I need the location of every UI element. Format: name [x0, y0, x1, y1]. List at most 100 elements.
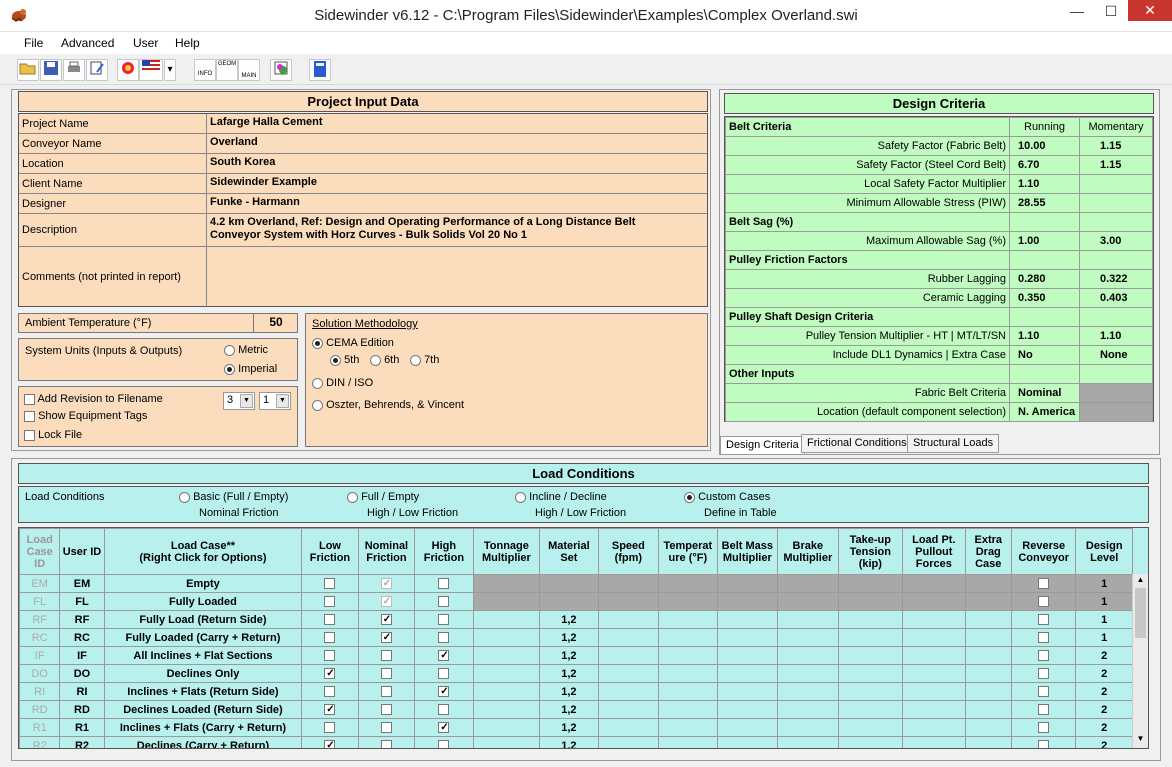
load-param-cell[interactable]: [597, 700, 660, 719]
running-value[interactable]: 1.10: [1009, 326, 1080, 346]
load-case-name[interactable]: Declines Only: [103, 664, 303, 683]
load-param-cell[interactable]: [964, 628, 1012, 647]
material-set[interactable]: 1,2: [539, 610, 599, 629]
load-option-radio[interactable]: [515, 491, 526, 503]
chevron-down-icon[interactable]: ▼: [276, 394, 289, 408]
table-row[interactable]: IFIFAll Inclines + Flat Sections1,22: [19, 646, 1133, 665]
din-radio[interactable]: [312, 377, 323, 389]
load-param-cell[interactable]: [658, 682, 718, 701]
load-param-cell[interactable]: [777, 736, 839, 748]
load-option-radio[interactable]: [684, 491, 695, 503]
design-level[interactable]: 1: [1075, 592, 1133, 611]
scroll-down-icon[interactable]: ▼: [1134, 734, 1147, 746]
running-value[interactable]: 1.00: [1009, 231, 1080, 251]
load-param-cell[interactable]: [837, 592, 904, 611]
load-case-name[interactable]: Fully Loaded (Carry + Return): [103, 628, 303, 647]
print-icon[interactable]: [63, 59, 85, 81]
material-set[interactable]: 1,2: [539, 628, 599, 647]
load-param-cell[interactable]: [777, 610, 839, 629]
load-param-cell[interactable]: [777, 592, 839, 611]
load-param-cell[interactable]: [597, 574, 660, 593]
load-param-cell[interactable]: [964, 610, 1012, 629]
load-table-scrollbar[interactable]: ▲ ▼: [1132, 574, 1148, 748]
reverse-conveyor-checkbox[interactable]: [1038, 740, 1050, 748]
flag-icon[interactable]: [139, 59, 163, 81]
load-param-cell[interactable]: [837, 718, 904, 737]
design-level[interactable]: 2: [1075, 700, 1133, 719]
load-param-cell[interactable]: [777, 718, 839, 737]
high-friction-checkbox[interactable]: [438, 722, 450, 734]
running-value[interactable]: 0.350: [1009, 288, 1080, 308]
oszter-radio[interactable]: [312, 399, 323, 411]
load-param-cell[interactable]: [716, 700, 779, 719]
load-param-cell[interactable]: [964, 646, 1012, 665]
running-value[interactable]: 28.55: [1009, 193, 1080, 213]
load-param-cell[interactable]: [597, 646, 660, 665]
load-param-cell[interactable]: [658, 700, 718, 719]
nominal-friction-checkbox[interactable]: [380, 632, 392, 644]
tab-frictional-conditions[interactable]: Frictional Conditions: [801, 434, 913, 453]
tonnage-multiplier[interactable]: [472, 664, 541, 683]
load-case-name[interactable]: Declines Loaded (Return Side): [103, 700, 303, 719]
nominal-friction-checkbox[interactable]: [380, 668, 392, 680]
momentary-value[interactable]: 1.15: [1079, 155, 1153, 175]
reverse-conveyor-checkbox[interactable]: [1038, 668, 1050, 680]
user-id[interactable]: RD: [59, 700, 105, 719]
field-value[interactable]: Overland: [207, 134, 707, 154]
menu-help[interactable]: Help: [175, 36, 200, 50]
load-param-cell[interactable]: [902, 736, 966, 748]
reverse-conveyor-checkbox[interactable]: [1038, 704, 1050, 716]
load-param-cell[interactable]: [837, 628, 904, 647]
table-row[interactable]: FLFLFully Loaded1: [19, 592, 1133, 611]
ambient-value[interactable]: 50: [253, 314, 298, 332]
material-set[interactable]: 1,2: [539, 646, 599, 665]
momentary-value[interactable]: 1.15: [1079, 136, 1153, 156]
load-param-cell[interactable]: [597, 610, 660, 629]
running-value[interactable]: 6.70: [1009, 155, 1080, 175]
load-param-cell[interactable]: [597, 664, 660, 683]
load-param-cell[interactable]: [837, 646, 904, 665]
load-option-radio[interactable]: [347, 491, 358, 503]
report-icon[interactable]: [270, 59, 292, 81]
low-friction-checkbox[interactable]: [324, 722, 336, 734]
load-option-radio[interactable]: [179, 491, 190, 503]
momentary-value[interactable]: 3.00: [1079, 231, 1153, 251]
load-param-cell[interactable]: [597, 592, 660, 611]
tab-structural-loads[interactable]: Structural Loads: [907, 434, 1000, 453]
load-param-cell[interactable]: [597, 736, 660, 748]
design-level[interactable]: 1: [1075, 628, 1133, 647]
imperial-radio[interactable]: [224, 363, 235, 375]
open-icon[interactable]: [17, 59, 39, 81]
load-param-cell[interactable]: [658, 610, 718, 629]
load-param-cell[interactable]: [658, 664, 718, 683]
load-param-cell[interactable]: [777, 682, 839, 701]
high-friction-checkbox[interactable]: [438, 614, 450, 626]
reverse-conveyor-checkbox[interactable]: [1038, 686, 1050, 698]
high-friction-checkbox[interactable]: [438, 596, 450, 608]
nominal-friction-checkbox[interactable]: [380, 596, 392, 608]
lock-file-checkbox[interactable]: [24, 429, 35, 441]
chevron-down-icon[interactable]: ▼: [240, 394, 253, 408]
high-friction-checkbox[interactable]: [438, 632, 450, 644]
load-param-cell[interactable]: [964, 664, 1012, 683]
running-value[interactable]: Nominal: [1009, 383, 1080, 403]
user-id[interactable]: IF: [59, 646, 105, 665]
running-value[interactable]: 1.10: [1009, 174, 1080, 194]
load-param-cell[interactable]: [902, 718, 966, 737]
field-value[interactable]: Funke - Harmann: [207, 194, 707, 214]
table-row[interactable]: R2R2Declines (Carry + Return)1,22: [19, 736, 1133, 748]
load-param-cell[interactable]: [716, 610, 779, 629]
info-icon[interactable]: INFO: [194, 59, 216, 81]
minimize-button[interactable]: —: [1062, 0, 1092, 24]
design-level[interactable]: 2: [1075, 736, 1133, 748]
table-row[interactable]: R1R1Inclines + Flats (Carry + Return)1,2…: [19, 718, 1133, 737]
load-param-cell[interactable]: [777, 664, 839, 683]
field-value[interactable]: Lafarge Halla Cement: [207, 114, 707, 134]
running-value[interactable]: No: [1009, 345, 1080, 365]
load-param-cell[interactable]: [902, 574, 966, 593]
load-param-cell[interactable]: [964, 736, 1012, 748]
main-icon[interactable]: MAIN: [238, 59, 260, 81]
high-friction-checkbox[interactable]: [438, 740, 450, 748]
momentary-value[interactable]: 1.10: [1079, 326, 1153, 346]
menu-file[interactable]: File: [24, 36, 43, 50]
